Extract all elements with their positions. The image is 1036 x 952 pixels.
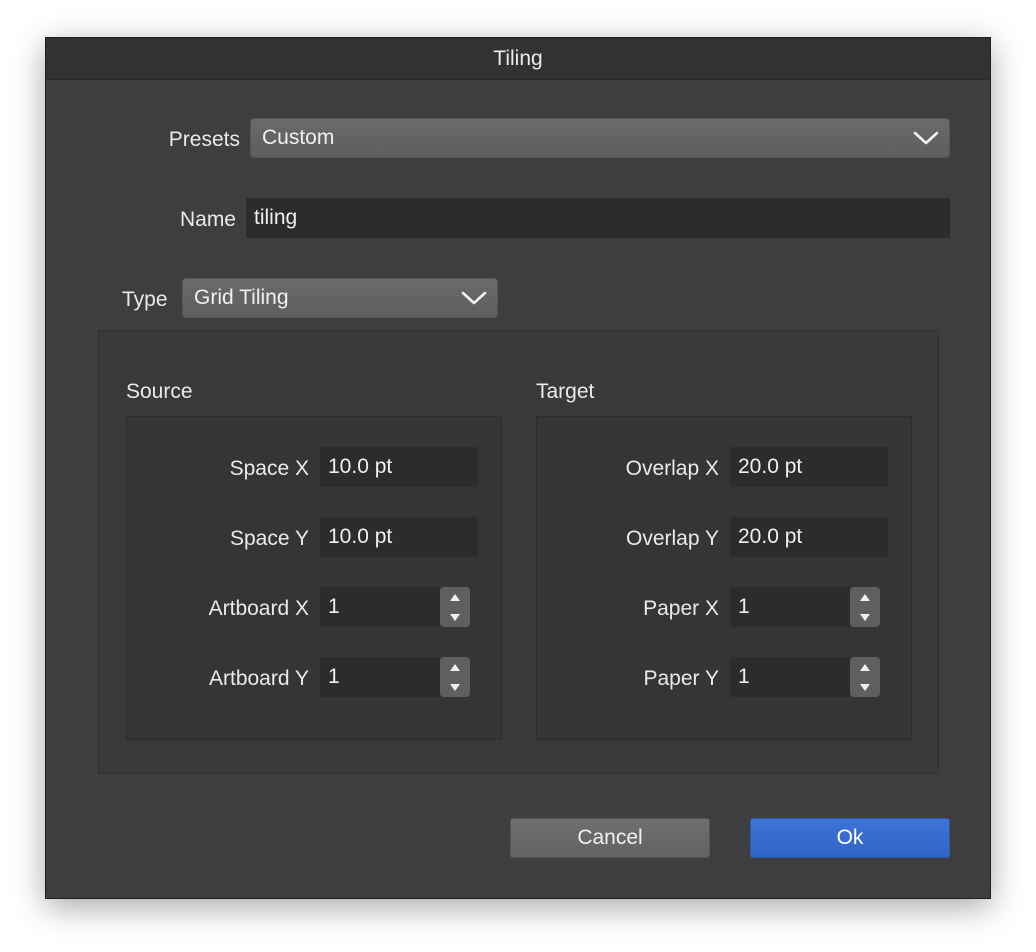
triangle-down-icon <box>450 683 460 691</box>
artboard-y-input[interactable]: 1 <box>320 657 440 697</box>
overlap-y-label: Overlap Y <box>626 527 719 550</box>
tiling-dialog: Tiling Presets Custom Name tiling Type G… <box>45 37 991 899</box>
decrement-button[interactable] <box>850 607 880 627</box>
paper-y-stepper[interactable] <box>850 657 880 697</box>
space-y-input[interactable]: 10.0 pt <box>320 517 478 557</box>
name-input[interactable]: tiling <box>246 198 950 238</box>
increment-button[interactable] <box>440 657 470 677</box>
paper-x-stepper[interactable] <box>850 587 880 627</box>
artboard-x-label: Artboard X <box>208 597 309 620</box>
space-x-input[interactable]: 10.0 pt <box>320 447 478 487</box>
triangle-down-icon <box>860 613 870 621</box>
type-label: Type <box>122 288 168 311</box>
triangle-down-icon <box>450 613 460 621</box>
overlap-x-label: Overlap X <box>625 457 719 480</box>
triangle-down-icon <box>860 683 870 691</box>
overlap-x-input[interactable]: 20.0 pt <box>730 447 888 487</box>
source-group: Space X 10.0 pt Space Y 10.0 pt Artboard… <box>126 416 502 740</box>
artboard-x-input[interactable]: 1 <box>320 587 440 627</box>
dialog-title: Tiling <box>46 38 990 80</box>
chevron-down-icon <box>913 131 939 145</box>
target-group: Overlap X 20.0 pt Overlap Y 20.0 pt Pape… <box>536 416 912 740</box>
chevron-down-icon <box>461 291 487 305</box>
presets-label: Presets <box>168 128 240 151</box>
space-y-label: Space Y <box>229 527 309 550</box>
decrement-button[interactable] <box>440 607 470 627</box>
decrement-button[interactable] <box>440 677 470 697</box>
source-heading: Source <box>126 380 193 403</box>
decrement-button[interactable] <box>850 677 880 697</box>
name-label: Name <box>179 208 236 231</box>
triangle-up-icon <box>450 593 460 601</box>
overlap-y-input[interactable]: 20.0 pt <box>730 517 888 557</box>
artboard-y-stepper[interactable] <box>440 657 470 697</box>
artboard-x-stepper[interactable] <box>440 587 470 627</box>
paper-x-input[interactable]: 1 <box>730 587 850 627</box>
paper-y-input[interactable]: 1 <box>730 657 850 697</box>
space-x-label: Space X <box>229 457 309 480</box>
increment-button[interactable] <box>440 587 470 607</box>
type-value: Grid Tiling <box>194 286 289 309</box>
type-dropdown[interactable]: Grid Tiling <box>182 278 498 318</box>
paper-y-label: Paper Y <box>643 667 720 690</box>
artboard-y-label: Artboard Y <box>208 667 309 690</box>
increment-button[interactable] <box>850 657 880 677</box>
tiling-settings-panel: Source Space X 10.0 pt Space Y 10.0 pt A… <box>98 330 939 774</box>
presets-value: Custom <box>262 126 335 149</box>
target-heading: Target <box>536 380 595 403</box>
ok-button[interactable]: Ok <box>750 818 950 858</box>
cancel-button[interactable]: Cancel <box>510 818 710 858</box>
paper-x-label: Paper X <box>643 597 719 620</box>
increment-button[interactable] <box>850 587 880 607</box>
triangle-up-icon <box>450 663 460 671</box>
presets-dropdown[interactable]: Custom <box>250 118 950 158</box>
triangle-up-icon <box>860 593 870 601</box>
triangle-up-icon <box>860 663 870 671</box>
